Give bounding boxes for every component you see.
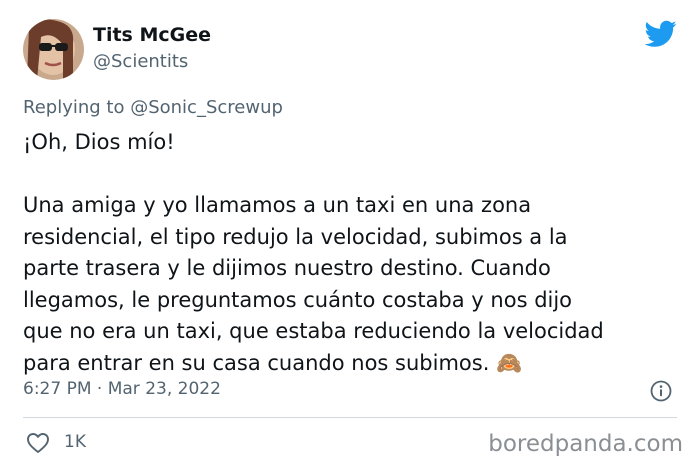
avatar[interactable]	[23, 19, 84, 80]
tweet-timestamp[interactable]: 6:27 PM · Mar 23, 2022	[23, 379, 221, 399]
tweet-text: ¡Oh, Dios mío! Una amiga y yo llamamos a…	[23, 130, 604, 375]
author-display-name[interactable]: Tits McGee	[93, 24, 211, 46]
replying-to-label[interactable]: Replying to @Sonic_Screwup	[23, 97, 283, 118]
author-handle[interactable]: @Scientits	[93, 51, 188, 72]
like-count[interactable]: 1K	[64, 432, 86, 452]
heart-icon[interactable]	[26, 432, 50, 454]
avatar-image	[23, 19, 84, 80]
divider	[23, 417, 677, 418]
watermark: boredpanda.com	[488, 431, 683, 457]
tweet-card: Tits McGee @Scientits Replying to @Sonic…	[0, 0, 700, 471]
info-icon[interactable]	[650, 380, 672, 402]
twitter-bird-icon[interactable]	[644, 20, 677, 48]
